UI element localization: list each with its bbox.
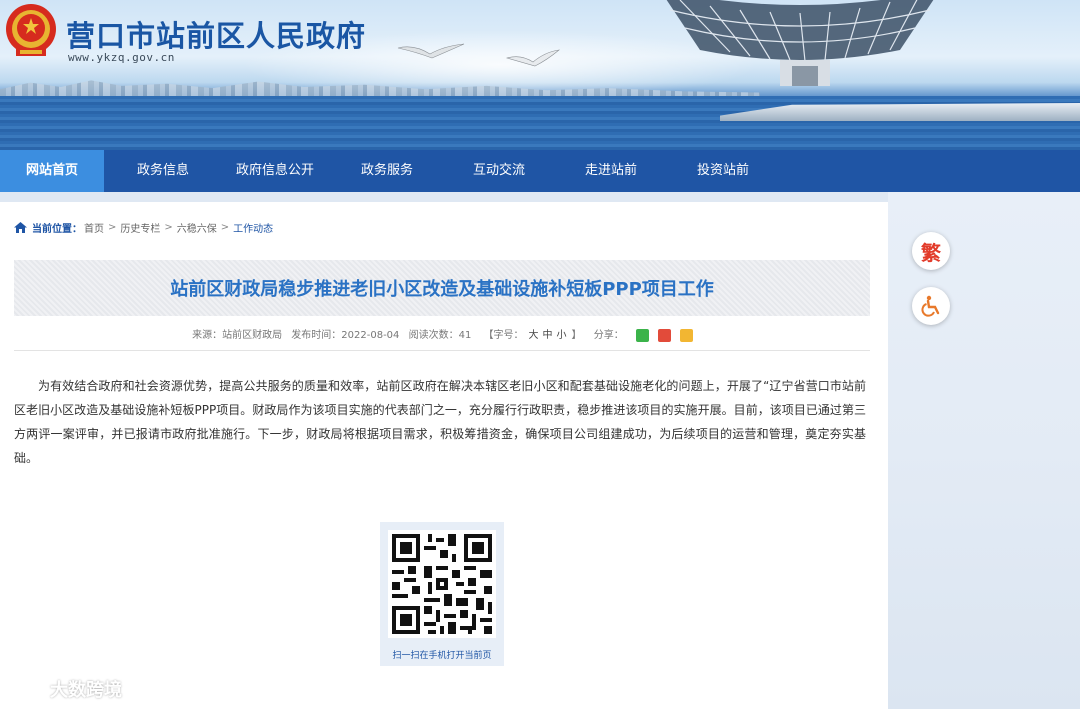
site-title: 营口市站前区人民政府 <box>66 19 367 53</box>
breadcrumb-separator: > <box>164 222 173 233</box>
font-size-large-link[interactable]: 大 <box>529 330 539 341</box>
article-publish-date: 发布时间：2022-08-04 <box>291 330 400 341</box>
accessibility-button[interactable] <box>912 287 950 325</box>
breadcrumb-separator: > <box>220 222 230 233</box>
font-size-small-link[interactable]: 小 <box>557 330 567 341</box>
national-emblem-logo <box>6 4 56 56</box>
article-meta: 来源：站前区财政局 发布时间：2022-08-04 阅读次数：41 【字号： 大中… <box>0 326 888 342</box>
share-label: 分享： <box>593 330 624 341</box>
article-body: 为有效结合政府和社会资源优势，提高公共服务的质量和效率，站前区政府在解决本辖区老… <box>14 379 866 465</box>
breadcrumb: 当前位置： 首页 > 历史专栏 > 六稳六保 > 工作动态 <box>14 220 273 235</box>
accessibility-icon <box>921 295 940 317</box>
qr-code-image <box>388 530 496 638</box>
main-nav: 网站首页 政务信息 政府信息公开 政务服务 互动交流 走进站前 投资站前 <box>0 150 1080 192</box>
seagull-image <box>397 43 465 59</box>
breadcrumb-item-six-stability[interactable]: 六稳六保 <box>177 220 217 235</box>
qzone-share-icon[interactable] <box>679 328 693 342</box>
nav-item-government-info[interactable]: 政务信息 <box>104 150 222 192</box>
landmark-structure-image <box>666 0 934 86</box>
font-size-label: 【字号： <box>483 330 524 341</box>
nav-item-about[interactable]: 走进站前 <box>552 150 670 192</box>
right-background <box>888 192 1080 709</box>
nav-item-info-disclosure[interactable]: 政府信息公开 <box>222 150 328 192</box>
traditional-chinese-label: 繁 <box>921 240 941 265</box>
qr-code-box: 扫一扫在手机打开当前页 <box>380 522 504 666</box>
qr-caption: 扫一扫在手机打开当前页 <box>392 651 492 661</box>
article-view-count: 阅读次数：41 <box>408 330 472 341</box>
title-band: 站前区财政局稳步推进老旧小区改造及基础设施补短板PPP项目工作 <box>14 260 870 316</box>
traditional-chinese-button[interactable]: 繁 <box>912 232 950 270</box>
breadcrumb-item-history[interactable]: 历史专栏 <box>120 220 160 235</box>
content-panel: 当前位置： 首页 > 历史专栏 > 六稳六保 > 工作动态 站前区财政局稳步推进… <box>0 202 888 709</box>
nav-item-interaction[interactable]: 互动交流 <box>446 150 552 192</box>
weibo-share-icon[interactable] <box>657 328 671 342</box>
breadcrumb-item-home[interactable]: 首页 <box>84 220 104 235</box>
site-url: www.ykzq.gov.cn <box>68 51 175 64</box>
article-title: 站前区财政局稳步推进老旧小区改造及基础设施补短板PPP项目工作 <box>170 279 714 300</box>
wechat-share-icon[interactable] <box>635 328 649 342</box>
seagull-image <box>505 49 561 67</box>
watermark-text: 大数跨境 <box>50 680 122 701</box>
divider <box>14 350 870 351</box>
font-size-bracket: 】 <box>571 330 582 341</box>
nav-item-government-services[interactable]: 政务服务 <box>328 150 446 192</box>
share-icons <box>633 328 696 342</box>
nav-item-home[interactable]: 网站首页 <box>0 150 104 192</box>
watermark: 大数跨境 <box>10 676 122 702</box>
nav-item-investment[interactable]: 投资站前 <box>670 150 776 192</box>
breadcrumb-item-work-news[interactable]: 工作动态 <box>233 220 273 235</box>
font-size-medium-link[interactable]: 中 <box>543 330 553 341</box>
font-size-control: 【字号： 大中小】 <box>481 330 585 341</box>
breadcrumb-separator: > <box>108 222 117 233</box>
article-source: 来源：站前区财政局 <box>192 330 283 341</box>
header-banner: 营口市站前区人民政府 www.ykzq.gov.cn <box>0 0 1080 150</box>
home-icon <box>14 222 27 233</box>
breadcrumb-label: 当前位置： <box>32 224 82 235</box>
watermark-logo-icon <box>10 679 45 699</box>
